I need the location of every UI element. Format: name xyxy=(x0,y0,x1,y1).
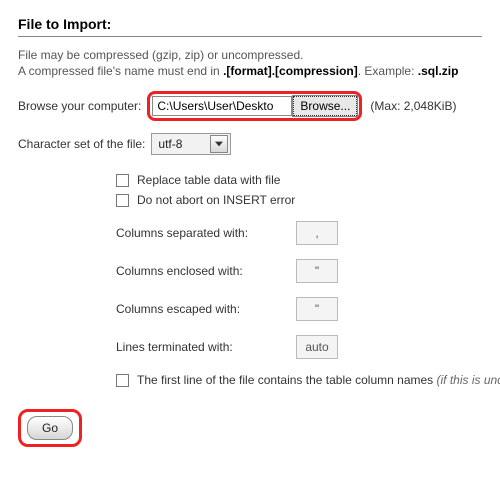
columns-escaped-row: Columns escaped with: xyxy=(116,297,482,321)
lines-terminated-label: Lines terminated with: xyxy=(116,340,296,354)
columns-separated-input[interactable] xyxy=(296,221,338,245)
columns-escaped-input[interactable] xyxy=(296,297,338,321)
columns-enclosed-row: Columns enclosed with: xyxy=(116,259,482,283)
replace-data-checkbox[interactable] xyxy=(116,174,129,187)
first-line-label: The first line of the file contains the … xyxy=(137,373,437,387)
info-line-1: File may be compressed (gzip, zip) or un… xyxy=(18,47,482,63)
options-block: Replace table data with file Do not abor… xyxy=(116,173,482,359)
format-pattern: .[format].[compression] xyxy=(223,64,358,78)
columns-separated-row: Columns separated with: xyxy=(116,221,482,245)
go-button[interactable]: Go xyxy=(27,416,73,440)
info-line-2-pre: A compressed file's name must end in xyxy=(18,64,223,78)
chevron-down-icon xyxy=(210,135,228,153)
file-row: Browse your computer: Browse... (Max: 2,… xyxy=(18,91,482,121)
info-line-2: A compressed file's name must end in .[f… xyxy=(18,63,482,79)
first-line-row: The first line of the file contains the … xyxy=(116,373,482,387)
columns-escaped-label: Columns escaped with: xyxy=(116,302,296,316)
first-line-hint: (if this is unche xyxy=(437,373,500,387)
charset-value: utf-8 xyxy=(158,137,182,151)
no-abort-label: Do not abort on INSERT error xyxy=(137,193,295,207)
charset-row: Character set of the file: utf-8 xyxy=(18,133,482,155)
section-heading: File to Import: xyxy=(18,16,482,32)
replace-data-row: Replace table data with file xyxy=(116,173,482,187)
info-line-2-mid: . Example: xyxy=(358,64,418,78)
columns-separated-label: Columns separated with: xyxy=(116,226,296,240)
divider xyxy=(18,36,482,37)
lines-terminated-row: Lines terminated with: xyxy=(116,335,482,359)
charset-label: Character set of the file: xyxy=(18,137,145,151)
lines-terminated-input[interactable] xyxy=(296,335,338,359)
browse-label: Browse your computer: xyxy=(18,99,141,113)
go-button-highlight: Go xyxy=(18,409,82,447)
charset-select[interactable]: utf-8 xyxy=(151,133,231,155)
columns-enclosed-input[interactable] xyxy=(296,259,338,283)
file-input-highlight: Browse... xyxy=(147,91,362,121)
format-example: .sql.zip xyxy=(418,64,459,78)
browse-button[interactable]: Browse... xyxy=(293,96,357,116)
max-size-label: (Max: 2,048KiB) xyxy=(370,99,456,113)
file-path-input[interactable] xyxy=(152,96,292,116)
replace-data-label: Replace table data with file xyxy=(137,173,280,187)
first-line-block: The first line of the file contains the … xyxy=(116,373,482,387)
columns-enclosed-label: Columns enclosed with: xyxy=(116,264,296,278)
no-abort-checkbox[interactable] xyxy=(116,194,129,207)
no-abort-row: Do not abort on INSERT error xyxy=(116,193,482,207)
first-line-checkbox[interactable] xyxy=(116,374,129,387)
